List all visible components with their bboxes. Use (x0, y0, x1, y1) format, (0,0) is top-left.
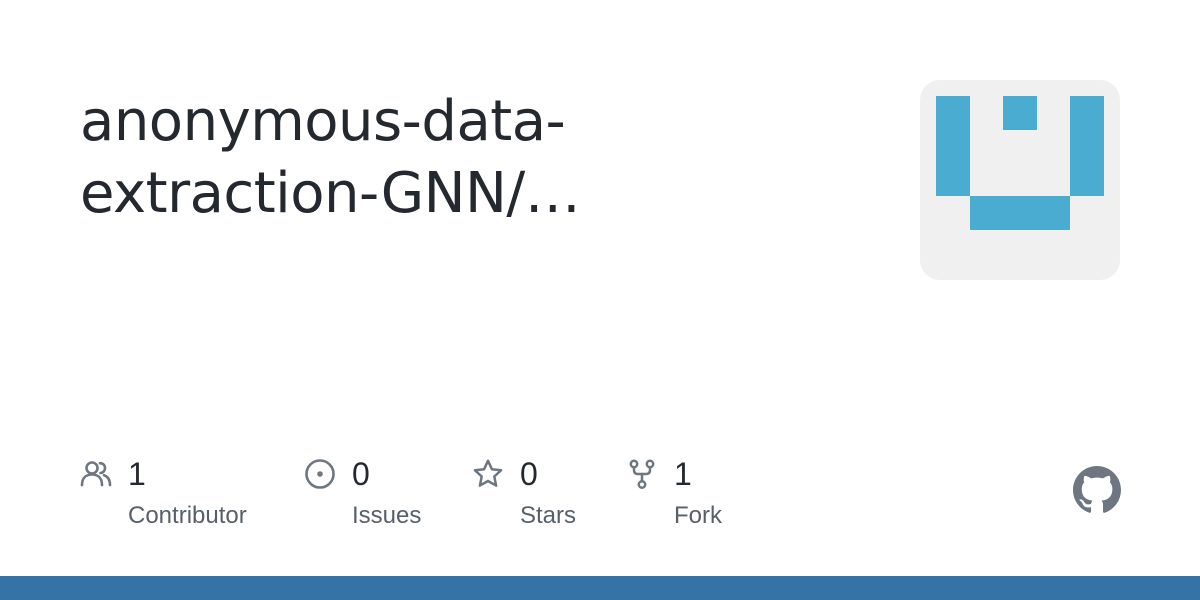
forks-count: 1 (674, 456, 692, 492)
star-icon (473, 459, 503, 487)
stat-forks: 1 Fork (626, 455, 756, 535)
issues-count: 0 (352, 456, 370, 492)
stat-stars: 0 Stars (472, 455, 602, 535)
contributors-count: 1 (128, 456, 146, 492)
issues-label: Issues (352, 502, 422, 529)
repo-title-line-2: extraction-GNN/… (80, 161, 581, 226)
repo-title-line-1: anonymous-data- (80, 89, 566, 154)
owner-avatar (920, 80, 1120, 280)
language-color-bar (0, 576, 1200, 600)
repo-forked-icon (629, 459, 655, 489)
forks-label: Fork (674, 502, 722, 529)
issue-opened-icon (305, 459, 335, 489)
stars-label: Stars (520, 502, 577, 529)
github-mark-icon (1073, 466, 1121, 513)
people-icon (80, 461, 112, 487)
stat-issues: 0 Issues (304, 455, 454, 535)
identicon-icon (936, 96, 1104, 230)
stat-contributors: 1 Contributor (80, 455, 280, 535)
repo-title: anonymous-data- extraction-GNN/… (80, 86, 880, 230)
contributors-label: Contributor (128, 502, 247, 529)
stars-count: 0 (520, 456, 538, 492)
